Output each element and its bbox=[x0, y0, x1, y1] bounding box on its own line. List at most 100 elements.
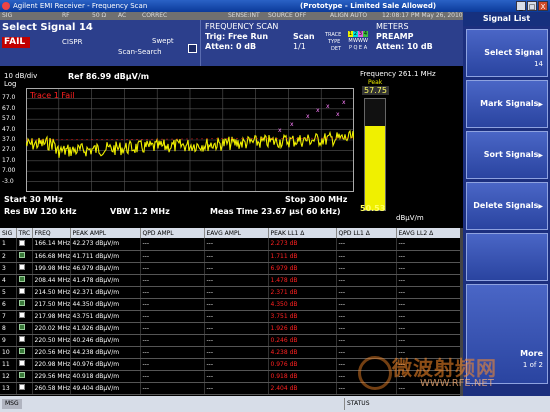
select-signal-label: Select Signal bbox=[484, 48, 543, 57]
blank-softkey-button[interactable] bbox=[466, 233, 548, 281]
trace-checkbox[interactable] bbox=[18, 288, 25, 294]
correc-indicator: CORREC bbox=[142, 12, 168, 19]
trace-checkbox[interactable] bbox=[18, 239, 25, 246]
trace-checkbox-cell bbox=[16, 382, 33, 395]
column-header[interactable]: PEAK LL1 Δ bbox=[268, 228, 337, 238]
qpd-ampl-cell: --- bbox=[140, 370, 205, 383]
plot-grid[interactable]: xxxxxxx Trace 1 Fail bbox=[26, 88, 354, 192]
window-controls: _ □ X bbox=[516, 1, 548, 11]
sort-signals-label: Sort Signals▶ bbox=[484, 150, 543, 159]
sweep-mode-toggle[interactable] bbox=[188, 44, 197, 53]
table-row[interactable]: 8 220.02 MHz 41.926 dBµV/m --- --- 1.926 dB --… bbox=[0, 322, 462, 335]
trace-fail-label: Trace 1 Fail bbox=[30, 91, 75, 100]
mark-signals-button[interactable]: Mark Signals▶ bbox=[466, 80, 548, 128]
table-row[interactable]: 3 199.98 MHz 46.979 dBµV/m --- --- 6.979 dB --… bbox=[0, 262, 462, 275]
frequency-cell: 199.98 MHz bbox=[32, 262, 71, 275]
frequency-cell: 214.50 MHz bbox=[32, 286, 71, 299]
peak-ll1-delta-cell: 2.371 dB bbox=[268, 286, 337, 299]
column-header[interactable]: SIG bbox=[0, 228, 17, 238]
column-header[interactable]: FREQ bbox=[32, 228, 71, 238]
qpd-ampl-cell: --- bbox=[140, 250, 205, 263]
meter-current-value: 50.53 bbox=[360, 204, 386, 213]
table-row[interactable]: 6 217.50 MHz 44.350 dBµV/m --- --- 4.350 dB --… bbox=[0, 298, 462, 311]
table-row[interactable]: 5 214.50 MHz 42.371 dBµV/m --- --- 2.371 dB --… bbox=[0, 286, 462, 299]
trace-checkbox[interactable] bbox=[18, 372, 25, 378]
rf-indicator: RF bbox=[62, 12, 70, 19]
table-row[interactable]: 12 229.56 MHz 40.918 dBµV/m --- --- 0.918 dB -… bbox=[0, 370, 462, 383]
y-tick-label: 7.00 bbox=[2, 167, 16, 175]
y-tick-label: 17.0 bbox=[2, 156, 16, 164]
column-header[interactable]: QPD AMPL bbox=[140, 228, 205, 238]
peak-ll1-delta-cell: 0.918 dB bbox=[268, 370, 337, 383]
stop-frequency: Stop 300 MHz bbox=[285, 195, 348, 204]
column-header[interactable]: PEAK AMPL bbox=[70, 228, 141, 238]
signal-number: 9 bbox=[0, 334, 17, 347]
close-button[interactable]: X bbox=[538, 1, 548, 11]
sort-signals-button[interactable]: Sort Signals▶ bbox=[466, 131, 548, 179]
delete-signals-button[interactable]: Delete Signals▶ bbox=[466, 182, 548, 230]
column-header[interactable]: EAVG AMPL bbox=[204, 228, 269, 238]
signal-number: 8 bbox=[0, 322, 17, 335]
table-row[interactable]: 10 220.56 MHz 44.238 dBµV/m --- --- 4.238 dB -… bbox=[0, 346, 462, 359]
frequency-cell: 166.68 MHz bbox=[32, 250, 71, 263]
softkey-panel: Signal List Select Signal 14 Mark Signal… bbox=[463, 12, 550, 396]
meter-bar bbox=[364, 98, 386, 211]
msg-button[interactable]: MSG bbox=[2, 399, 22, 409]
trace-checkbox[interactable] bbox=[18, 264, 25, 270]
maximize-button[interactable]: □ bbox=[527, 1, 537, 11]
swept-label: Swept bbox=[152, 37, 174, 45]
mode-title: FREQUENCY SCAN bbox=[205, 22, 279, 31]
trace-checkbox[interactable] bbox=[18, 252, 25, 258]
scale-label: 10 dB/div bbox=[4, 72, 38, 80]
trace-checkbox-cell bbox=[16, 346, 33, 359]
qpd-ll1-delta-cell: --- bbox=[336, 310, 397, 323]
eavg-ampl-cell: --- bbox=[204, 262, 269, 275]
trace-checkbox[interactable] bbox=[18, 336, 25, 342]
eavg-ll2-delta-cell: --- bbox=[396, 334, 462, 347]
column-header[interactable]: EAVG LL2 Δ bbox=[396, 228, 462, 238]
trace-checkbox[interactable] bbox=[18, 324, 25, 330]
qpd-ll1-delta-cell: --- bbox=[336, 358, 397, 371]
frequency-cell: 166.14 MHz bbox=[32, 238, 71, 251]
submenu-arrow-icon: ▶ bbox=[538, 152, 543, 159]
trace-checkbox[interactable] bbox=[18, 384, 25, 390]
frequency-cell: 217.50 MHz bbox=[32, 298, 71, 311]
standard-label: CISPR bbox=[62, 38, 83, 46]
more-label: More bbox=[520, 349, 543, 358]
trace-checkbox[interactable] bbox=[18, 360, 25, 366]
frequency-cell: 220.50 MHz bbox=[32, 334, 71, 347]
trace-checkbox[interactable] bbox=[18, 276, 25, 282]
signal-number: 7 bbox=[0, 310, 17, 323]
table-row[interactable]: 2 166.68 MHz 41.711 dBµV/m --- --- 1.711 dB --… bbox=[0, 250, 462, 263]
table-row[interactable]: 7 217.98 MHz 43.751 dBµV/m --- --- 3.751 dB --… bbox=[0, 310, 462, 323]
trace-checkbox-cell bbox=[16, 250, 33, 263]
trace-checkbox[interactable] bbox=[18, 312, 25, 318]
header-divider bbox=[200, 20, 201, 66]
status-strip: SIG RF 50 Ω AC CORREC SENSE:INT SOURCE O… bbox=[0, 12, 463, 20]
table-body: 1 166.14 MHz 42.273 dBµV/m --- --- 2.273 dB --… bbox=[0, 238, 462, 395]
more-button[interactable]: More 1 of 2 bbox=[466, 284, 548, 384]
peak-ampl-cell: 41.711 dBµV/m bbox=[70, 250, 141, 263]
frequency-cell: 208.44 MHz bbox=[32, 274, 71, 287]
trace-checkbox[interactable] bbox=[18, 348, 25, 354]
qpd-ampl-cell: --- bbox=[140, 274, 205, 287]
impedance-indicator: 50 Ω bbox=[92, 12, 107, 19]
column-header[interactable]: TRC bbox=[16, 228, 33, 238]
mark-signals-text: Mark Signals bbox=[480, 99, 539, 108]
table-row[interactable]: 1 166.14 MHz 42.273 dBµV/m --- --- 2.273 dB --… bbox=[0, 238, 462, 251]
signal-marker: x bbox=[290, 121, 294, 128]
table-row[interactable]: 9 220.50 MHz 40.246 dBµV/m --- --- 0.246 dB --… bbox=[0, 334, 462, 347]
eavg-ll2-delta-cell: --- bbox=[396, 262, 462, 275]
column-header[interactable]: QPD LL1 Δ bbox=[336, 228, 397, 238]
table-row[interactable]: 13 260.58 MHz 49.404 dBµV/m --- --- 2.404 dB -… bbox=[0, 382, 462, 395]
minimize-button[interactable]: _ bbox=[516, 1, 526, 11]
qpd-ampl-cell: --- bbox=[140, 358, 205, 371]
select-signal-button[interactable]: Select Signal 14 bbox=[466, 29, 548, 77]
table-row[interactable]: 4 208.44 MHz 41.478 dBµV/m --- --- 1.478 dB --… bbox=[0, 274, 462, 287]
datetime: 12:08:17 PM May 26, 2010 bbox=[382, 12, 463, 19]
submenu-arrow-icon: ▶ bbox=[538, 101, 543, 108]
signal-marker: x bbox=[342, 99, 346, 106]
eavg-ll2-delta-cell: --- bbox=[396, 382, 462, 395]
trace-checkbox[interactable] bbox=[18, 300, 25, 306]
table-row[interactable]: 11 220.98 MHz 40.976 dBµV/m --- --- 0.976 dB -… bbox=[0, 358, 462, 371]
